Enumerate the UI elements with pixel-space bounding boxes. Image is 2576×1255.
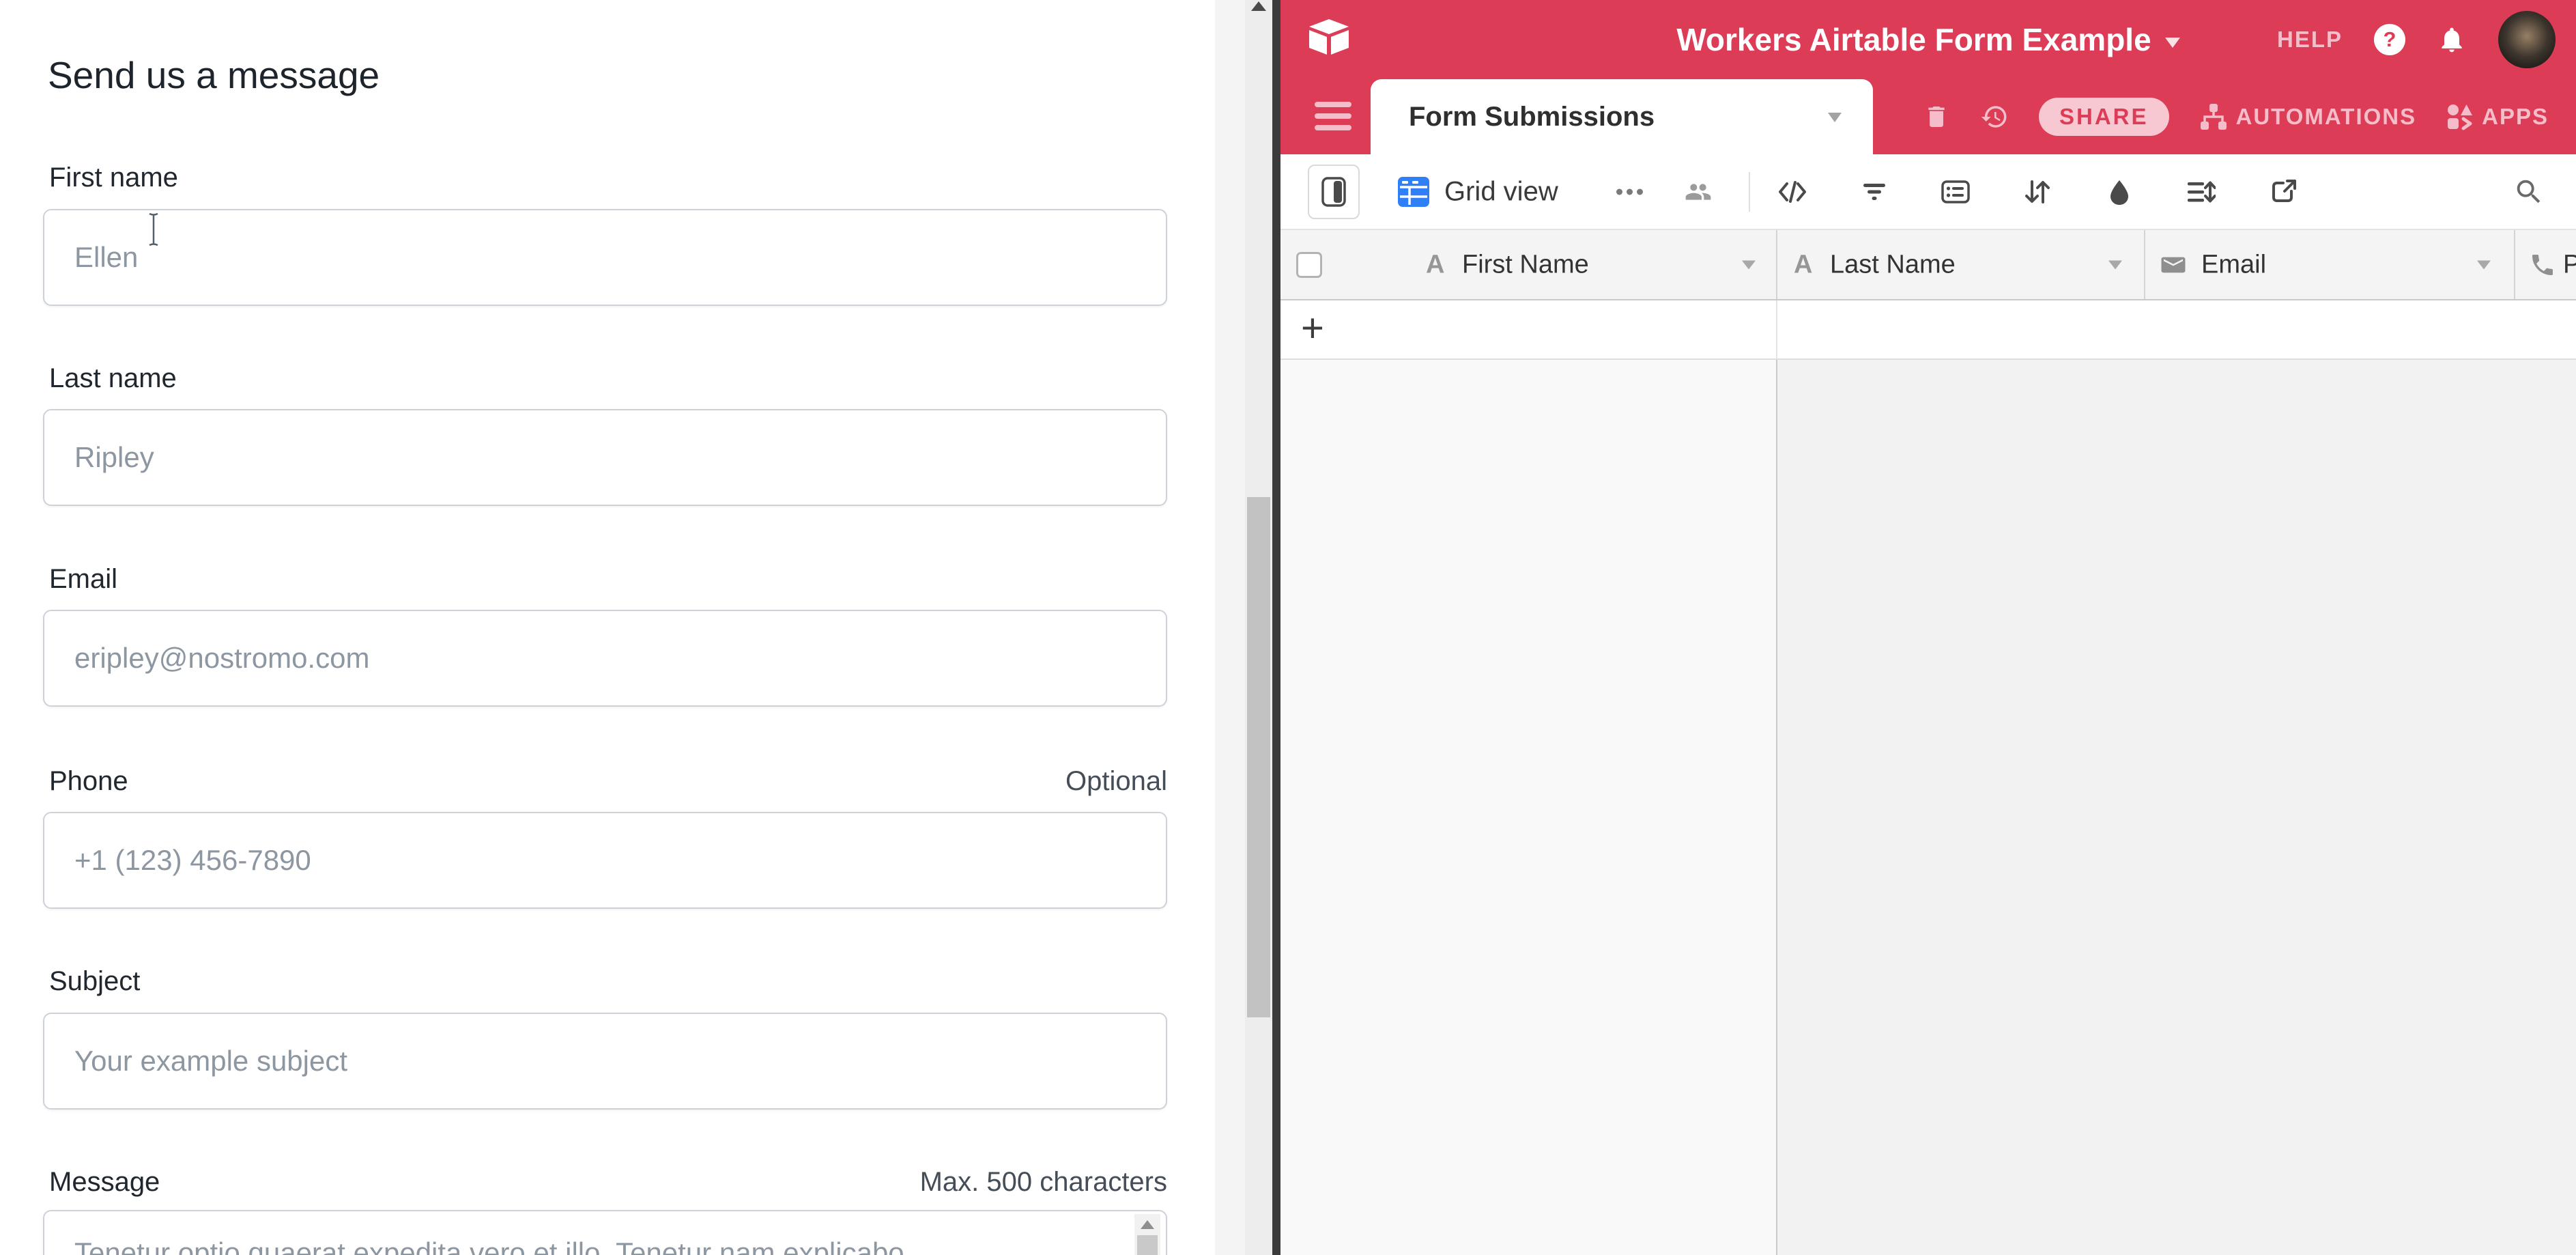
column-header-first-name[interactable]: First Name: [1462, 250, 1589, 279]
window-divider: [1272, 0, 1280, 1255]
help-button[interactable]: HELP: [2277, 27, 2343, 53]
automations-button[interactable]: AUTOMATIONS: [2199, 102, 2417, 131]
top-bar-right-cluster: HELP ?: [2277, 0, 2556, 79]
page-scrollbar-thumb[interactable]: [1247, 497, 1270, 1017]
email-field-icon: [2159, 253, 2188, 277]
notifications-bell-icon[interactable]: [2437, 25, 2467, 55]
view-more-icon[interactable]: [1616, 188, 1643, 195]
row-height-icon[interactable]: [2186, 178, 2216, 206]
grid-empty-area-left: [1280, 360, 1776, 1255]
column-menu-chevron-icon[interactable]: [2108, 260, 2122, 269]
form-title: Send us a message: [48, 53, 380, 97]
email-label: Email: [49, 564, 117, 595]
column-menu-chevron-icon[interactable]: [2477, 260, 2491, 269]
airtable-window: Workers Airtable Form Example HELP ? For…: [1280, 0, 2576, 1255]
subject-label: Subject: [49, 966, 140, 997]
message-scrollbar-thumb[interactable]: [1137, 1235, 1158, 1255]
user-avatar[interactable]: [2498, 11, 2556, 68]
toolbar-divider: [1749, 172, 1750, 212]
email-input[interactable]: [43, 610, 1167, 707]
sort-icon[interactable]: [2023, 178, 2052, 206]
first-name-label: First name: [49, 163, 178, 193]
automations-icon: [2199, 102, 2228, 131]
search-icon[interactable]: [2513, 176, 2545, 208]
phone-label: Phone: [49, 766, 128, 797]
apps-label: APPS: [2482, 104, 2549, 130]
last-name-input[interactable]: [43, 409, 1167, 506]
history-icon[interactable]: [1980, 102, 2009, 131]
color-icon[interactable]: [2105, 178, 2134, 206]
phone-optional-note: Optional: [1065, 766, 1167, 797]
column-divider: [1776, 360, 1777, 1255]
tab-bar-right-cluster: SHARE AUTOMATIONS: [1923, 79, 2549, 154]
grid-add-row: +: [1280, 300, 2576, 360]
contact-form-page: Send us a message First name Last name E…: [0, 0, 1215, 1255]
grid-view-icon[interactable]: [1398, 177, 1429, 207]
hide-fields-icon[interactable]: [1778, 178, 1807, 206]
page-scrollbar-up-icon[interactable]: [1251, 1, 1266, 11]
column-header-email[interactable]: Email: [2201, 250, 2266, 279]
grid-header-row: A First Name A Last Name Email Phone: [1280, 230, 2576, 300]
share-button[interactable]: SHARE: [2039, 98, 2169, 136]
active-table-name: Form Submissions: [1409, 79, 1655, 154]
apps-icon: [2446, 103, 2474, 130]
table-tab-chevron-icon[interactable]: [1828, 113, 1842, 122]
column-divider[interactable]: [1776, 230, 1777, 299]
base-title-chevron-icon: [2165, 38, 2180, 48]
share-view-icon[interactable]: [2270, 178, 2298, 206]
message-label: Message: [49, 1167, 160, 1198]
select-all-checkbox[interactable]: [1296, 252, 1322, 278]
view-sidebar-toggle-button[interactable]: [1308, 165, 1360, 219]
airtable-tab-bar: Form Submissions SHARE AUTOMA: [1280, 79, 2576, 154]
column-divider[interactable]: [2514, 230, 2515, 299]
airtable-top-bar: Workers Airtable Form Example HELP ?: [1280, 0, 2576, 79]
sidebar-toggle-icon: [1321, 177, 1346, 207]
group-icon[interactable]: [1941, 178, 1971, 206]
view-toolbar: Grid view: [1280, 154, 2576, 230]
phone-input[interactable]: [43, 812, 1167, 909]
trash-icon[interactable]: [1923, 102, 1950, 131]
message-max-note: Max. 500 characters: [920, 1167, 1167, 1198]
text-field-icon: A: [1794, 250, 1812, 279]
apps-button[interactable]: APPS: [2446, 103, 2549, 130]
column-header-last-name[interactable]: Last Name: [1830, 250, 1956, 279]
column-menu-chevron-icon[interactable]: [1742, 260, 1756, 269]
column-divider[interactable]: [2144, 230, 2145, 299]
automations-label: AUTOMATIONS: [2236, 104, 2417, 130]
screen: Send us a message First name Last name E…: [0, 0, 2576, 1255]
first-name-input[interactable]: [43, 209, 1167, 306]
tab-form-submissions[interactable]: Form Submissions: [1371, 79, 1873, 154]
subject-input[interactable]: [43, 1013, 1167, 1110]
last-name-label: Last name: [49, 363, 177, 394]
text-field-icon: A: [1426, 250, 1444, 279]
message-textarea[interactable]: [43, 1210, 1167, 1255]
tables-menu-icon[interactable]: [1315, 102, 1351, 137]
message-scrollbar-up-icon[interactable]: [1141, 1220, 1154, 1229]
help-question-icon[interactable]: ?: [2374, 24, 2405, 55]
column-divider: [1776, 300, 1777, 358]
page-gutter: [1215, 0, 1245, 1255]
text-cursor-icon: [146, 212, 161, 247]
grid-empty-area-right: [1777, 360, 2576, 1255]
view-name-label[interactable]: Grid view: [1444, 176, 1558, 207]
base-title: Workers Airtable Form Example: [1676, 21, 2151, 58]
phone-field-icon: [2529, 251, 2556, 279]
column-header-phone[interactable]: Phone: [2563, 250, 2576, 279]
add-record-button[interactable]: +: [1301, 300, 1324, 356]
filter-icon[interactable]: [1860, 178, 1889, 206]
collaborators-icon[interactable]: [1682, 178, 1715, 206]
